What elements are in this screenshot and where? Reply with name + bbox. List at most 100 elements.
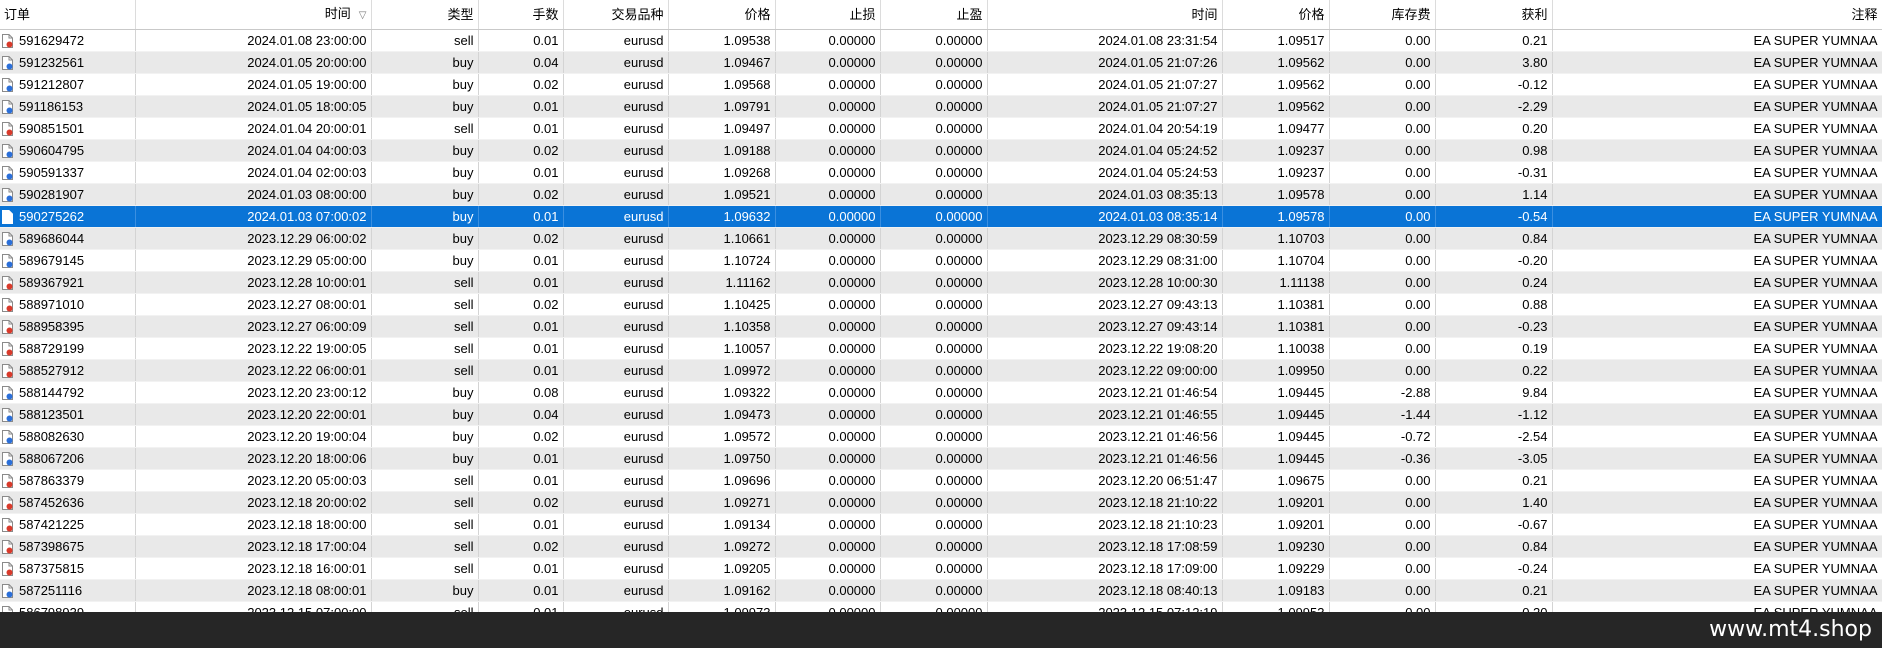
comment-cell: EA SUPER YUMNAA (1552, 557, 1882, 580)
lots-cell: 0.02 (478, 183, 564, 206)
close-price-cell: 1.10703 (1222, 227, 1330, 250)
lots-cell: 0.02 (478, 139, 564, 162)
open-time-cell: 2023.12.20 22:00:01 (135, 403, 372, 426)
close-time-cell: 2023.12.28 10:00:30 (987, 271, 1223, 294)
profit-cell: 3.80 (1435, 51, 1553, 74)
col-header-comment[interactable]: 注释 (1552, 0, 1882, 30)
take-profit-cell: 0.00000 (880, 293, 988, 316)
table-row[interactable]: 589367921 2023.12.28 10:00:01 sell 0.01 euru… (0, 271, 1882, 294)
symbol-cell: eurusd (563, 337, 669, 360)
order-number: 587375815 (19, 561, 85, 576)
comment-cell: EA SUPER YUMNAA (1552, 447, 1882, 470)
profit-cell: -3.05 (1435, 447, 1553, 470)
symbol-cell: eurusd (563, 271, 669, 294)
col-header-stop-loss[interactable]: 止损 (775, 0, 881, 30)
symbol-cell: eurusd (563, 293, 669, 316)
stop-loss-cell: 0.00000 (775, 337, 881, 360)
col-header-symbol[interactable]: 交易品种 (563, 0, 669, 30)
col-header-open-price[interactable]: 价格 (668, 0, 776, 30)
swap-cell: 0.00 (1329, 249, 1436, 272)
open-time-cell: 2024.01.04 02:00:03 (135, 161, 372, 184)
type-cell: buy (371, 425, 479, 448)
col-header-swap[interactable]: 库存费 (1329, 0, 1436, 30)
order-cell: 587452636 (0, 491, 136, 514)
profit-cell: 0.24 (1435, 271, 1553, 294)
table-row[interactable]: 586798939 2023.12.15 07:00:00sell0.01euru… (0, 601, 1882, 612)
col-header-profit[interactable]: 获利 (1435, 0, 1553, 30)
close-price-cell: 1.09237 (1222, 161, 1330, 184)
comment-cell: EA SUPER YUMNAA (1552, 161, 1882, 184)
col-header-type[interactable]: 类型 (371, 0, 479, 30)
table-row[interactable]: 590591337 2024.01.04 02:00:03 buy 0.01 eurus… (0, 161, 1882, 184)
swap-cell: 0.00 (1329, 227, 1436, 250)
table-row[interactable]: 587863379 2023.12.20 05:00:03 sell 0.01 euru… (0, 469, 1882, 492)
comment-cell: EA SUPER YUMNAA (1552, 403, 1882, 426)
close-price-cell: 1.09562 (1222, 73, 1330, 96)
table-row[interactable]: 587398675 2023.12.18 17:00:04 sell 0.02 euru… (0, 535, 1882, 558)
lots-cell: 0.01 (478, 337, 564, 360)
swap-cell: -1.44 (1329, 403, 1436, 426)
table-row[interactable]: 590604795 2024.01.04 04:00:03 buy 0.02 eurus… (0, 139, 1882, 162)
type-cell: buy (371, 51, 479, 74)
table-row[interactable]: 590851501 2024.01.04 20:00:01 sell 0.01 euru… (0, 117, 1882, 140)
table-row[interactable]: 588082630 2023.12.20 19:00:04 buy 0.02 eurus… (0, 425, 1882, 448)
table-row[interactable]: 588067206 2023.12.20 18:00:06 buy 0.01 eurus… (0, 447, 1882, 470)
table-row[interactable]: 588729199 2023.12.22 19:00:05 sell 0.01 euru… (0, 337, 1882, 360)
order-cell: 591232561 (0, 51, 136, 74)
table-row[interactable]: 589686044 2023.12.29 06:00:02 buy 0.02 eurus… (0, 227, 1882, 250)
table-row[interactable]: 590281907 2024.01.03 08:00:00 buy 0.02 eurus… (0, 183, 1882, 206)
lots-cell: 0.01 (478, 205, 564, 228)
close-price-cell: 1.09201 (1222, 513, 1330, 536)
table-row[interactable]: 591212807 2024.01.05 19:00:00 buy 0.02 eurus… (0, 73, 1882, 96)
close-time-cell: 2023.12.18 21:10:23 (987, 513, 1223, 536)
order-number: 590591337 (19, 165, 85, 180)
open-price-cell: 1.09188 (668, 139, 776, 162)
table-row[interactable]: 587375815 2023.12.18 16:00:01 sell 0.01 euru… (0, 557, 1882, 580)
col-header-close-time[interactable]: 时间 (987, 0, 1223, 30)
open-price-cell: 1.09271 (668, 491, 776, 514)
col-header-order[interactable]: 订单 (0, 0, 136, 30)
table-row[interactable]: 591629472 2024.01.08 23:00:00 sell 0.01 euru… (0, 29, 1882, 52)
table-row[interactable]: 588971010 2023.12.27 08:00:01 sell 0.02 euru… (0, 293, 1882, 316)
table-row[interactable]: 591232561 2024.01.05 20:00:00 buy 0.04 eurus… (0, 51, 1882, 74)
close-time-cell: 2023.12.21 01:46:56 (987, 447, 1223, 470)
col-header-lots[interactable]: 手数 (478, 0, 564, 30)
close-time-cell: 2023.12.27 09:43:13 (987, 293, 1223, 316)
col-header-take-profit[interactable]: 止盈 (880, 0, 988, 30)
open-time-cell: 2023.12.18 17:00:04 (135, 535, 372, 558)
table-row[interactable]: 587452636 2023.12.18 20:00:02 sell 0.02 euru… (0, 491, 1882, 514)
table-row[interactable]: 588144792 2023.12.20 23:00:12 buy 0.08 eurus… (0, 381, 1882, 404)
symbol-cell: eurusd (563, 315, 669, 338)
table-row[interactable]: 587421225 2023.12.18 18:00:00 sell 0.01 euru… (0, 513, 1882, 536)
stop-loss-cell: 0.00000 (775, 95, 881, 118)
close-time-cell: 2023.12.20 06:51:47 (987, 469, 1223, 492)
buy-ticket-icon (2, 231, 13, 246)
stop-loss-cell: 0.00000 (775, 139, 881, 162)
take-profit-cell: 0.00000 (880, 117, 988, 140)
table-row[interactable]: 589679145 2023.12.29 05:00:00 buy 0.01 eurus… (0, 249, 1882, 272)
type-cell: sell (371, 271, 479, 294)
order-number: 590281907 (19, 187, 85, 202)
order-number: 589679145 (19, 253, 85, 268)
profit-cell: -2.29 (1435, 95, 1553, 118)
lots-cell: 0.01 (478, 469, 564, 492)
profit-cell: 0.22 (1435, 359, 1553, 382)
profit-cell: 0.21 (1435, 469, 1553, 492)
close-price-cell: 1.09445 (1222, 425, 1330, 448)
col-header-close-price[interactable]: 价格 (1222, 0, 1330, 30)
table-row[interactable]: 588527912 2023.12.22 06:00:01 sell 0.01 euru… (0, 359, 1882, 382)
table-row[interactable]: 588123501 2023.12.20 22:00:01 buy 0.04 eurus… (0, 403, 1882, 426)
symbol-cell: eurusd (563, 381, 669, 404)
table-row[interactable]: 591186153 2024.01.05 18:00:05 buy 0.01 eurus… (0, 95, 1882, 118)
swap-cell: 0.00 (1329, 469, 1436, 492)
table-row[interactable]: 588958395 2023.12.27 06:00:09 sell 0.01 euru… (0, 315, 1882, 338)
order-cell: 591212807 (0, 73, 136, 96)
type-cell: sell (371, 601, 479, 612)
table-row[interactable]: 587251116 2023.12.18 08:00:01 buy 0.01 eurus… (0, 579, 1882, 602)
sell-ticket-icon (2, 275, 13, 290)
take-profit-cell: 0.00000 (880, 337, 988, 360)
stop-loss-cell: 0.00000 (775, 117, 881, 140)
col-header-open-time[interactable]: 时间 ▽ (135, 0, 372, 30)
table-row[interactable]: 590275262 2024.01.03 07:00:02 buy 0.01 eurus… (0, 205, 1882, 228)
open-price-cell: 1.09268 (668, 161, 776, 184)
